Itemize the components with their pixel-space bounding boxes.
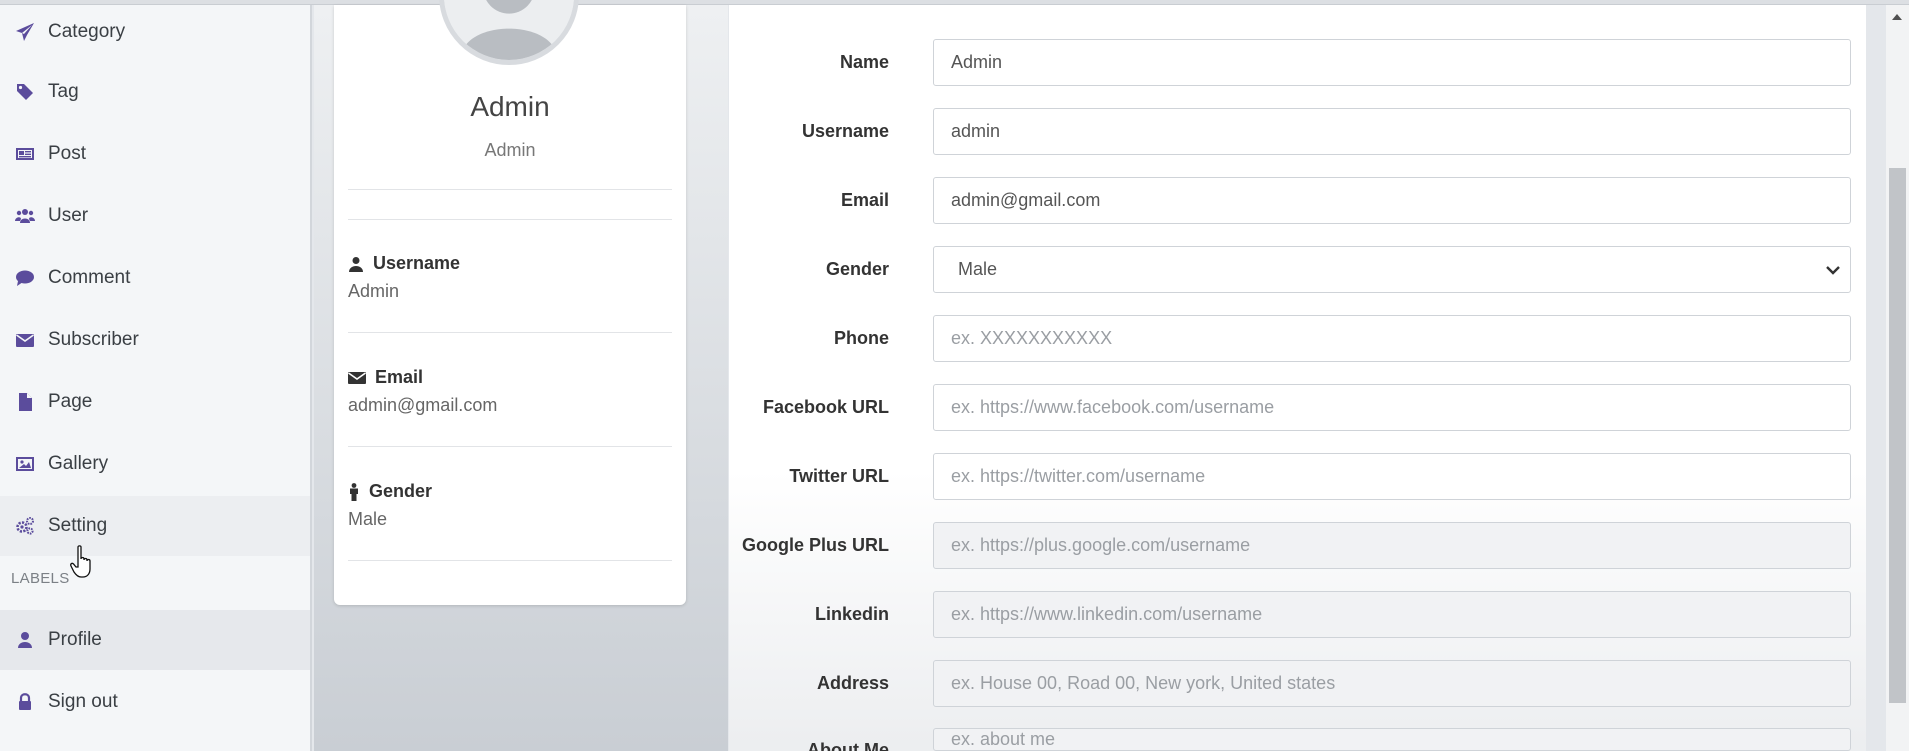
- tag-icon: [14, 81, 36, 103]
- envelope-icon: [14, 329, 36, 351]
- phone-label: Phone: [833, 328, 889, 348]
- divider: [348, 332, 672, 333]
- sidebar-item-label: Profile: [48, 629, 102, 650]
- profile-gender-label: Gender: [348, 481, 432, 502]
- gender-selected-value: Male: [958, 259, 998, 279]
- facebook-url-label: Facebook URL: [762, 397, 889, 417]
- sidebar-item-profile[interactable]: Profile: [0, 610, 310, 670]
- sidebar-item-page[interactable]: Page: [0, 372, 310, 432]
- sidebar-item-label: Page: [48, 391, 93, 412]
- profile-card: Admin Admin Username Admin Email admin@g…: [334, 0, 686, 605]
- profile-email-label: Email: [348, 367, 423, 388]
- sidebar-item-label: Setting: [48, 515, 108, 536]
- user-icon: [349, 256, 363, 272]
- profile-username-value: Admin: [348, 281, 400, 301]
- facebook-url-field[interactable]: [933, 384, 1851, 431]
- sidebar-item-tag[interactable]: Tag: [0, 62, 310, 122]
- image-icon: [14, 453, 36, 475]
- male-icon: [350, 482, 358, 501]
- sidebar-item-subscriber[interactable]: Subscriber: [0, 310, 310, 370]
- comment-icon: [14, 267, 36, 289]
- sidebar-item-label: Tag: [48, 81, 79, 102]
- gears-icon: [14, 515, 36, 537]
- scrollbar-thumb[interactable]: [1889, 168, 1906, 703]
- gender-label: Gender: [825, 259, 889, 279]
- profile-username-label: Username: [348, 253, 460, 274]
- user-icon: [14, 629, 36, 651]
- twitter-url-field[interactable]: [933, 453, 1851, 500]
- file-icon: [14, 391, 36, 413]
- scroll-up-arrow-icon[interactable]: [1890, 10, 1904, 24]
- google-plus-url-label: Google Plus URL: [741, 535, 889, 555]
- sidebar-item-user[interactable]: User: [0, 186, 310, 246]
- gender-select[interactable]: Male: [933, 246, 1851, 293]
- username-field[interactable]: [933, 108, 1851, 155]
- sidebar-item-setting[interactable]: Setting: [0, 496, 310, 556]
- sidebar-item-category[interactable]: Category: [0, 2, 310, 62]
- linkedin-field[interactable]: [933, 591, 1851, 638]
- linkedin-label: Linkedin: [814, 604, 889, 624]
- profile-gender-value: Male: [348, 509, 388, 529]
- sidebar-item-label: Sign out: [48, 691, 118, 712]
- about-me-label: About Me: [807, 740, 889, 751]
- sidebar: Category Tag Post User Comment Subscribe…: [0, 5, 312, 751]
- twitter-url-label: Twitter URL: [789, 466, 889, 486]
- divider: [348, 446, 672, 447]
- sidebar-item-signout[interactable]: Sign out: [0, 672, 310, 732]
- sidebar-item-label: Post: [48, 143, 87, 164]
- sidebar-item-label: User: [48, 205, 89, 226]
- avatar: [439, 0, 579, 65]
- divider: [348, 560, 672, 561]
- sidebar-item-label: Category: [48, 21, 126, 42]
- lock-icon: [14, 691, 36, 713]
- divider: [348, 219, 672, 220]
- phone-field[interactable]: [933, 315, 1851, 362]
- chevron-down-icon: [1826, 266, 1840, 275]
- profile-role: Admin: [484, 140, 536, 160]
- about-me-field[interactable]: [933, 728, 1851, 751]
- avatar-placeholder-icon: [444, 0, 574, 60]
- email-label: Email: [840, 190, 889, 210]
- email-field[interactable]: [933, 177, 1851, 224]
- sidebar-item-label: Gallery: [48, 453, 109, 474]
- name-field[interactable]: [933, 39, 1851, 86]
- sidebar-item-label: Subscriber: [48, 329, 139, 350]
- paper-plane-icon: [14, 21, 36, 43]
- divider: [348, 189, 672, 190]
- sidebar-item-gallery[interactable]: Gallery: [0, 434, 310, 494]
- name-label: Name: [839, 52, 889, 72]
- users-icon: [14, 205, 36, 227]
- profile-name: Admin: [470, 91, 550, 122]
- sidebar-item-post[interactable]: Post: [0, 124, 310, 184]
- username-label: Username: [801, 121, 889, 141]
- hand-cursor-icon: [70, 545, 91, 578]
- envelope-icon: [348, 371, 366, 384]
- address-field[interactable]: [933, 660, 1851, 707]
- address-label: Address: [816, 673, 889, 693]
- sidebar-item-comment[interactable]: Comment: [0, 248, 310, 308]
- sidebar-item-label: Comment: [48, 267, 131, 288]
- google-plus-url-field[interactable]: [933, 522, 1851, 569]
- profile-email-value: admin@gmail.com: [348, 395, 498, 415]
- labels-header: LABELS: [11, 570, 70, 587]
- newspaper-icon: [14, 143, 36, 165]
